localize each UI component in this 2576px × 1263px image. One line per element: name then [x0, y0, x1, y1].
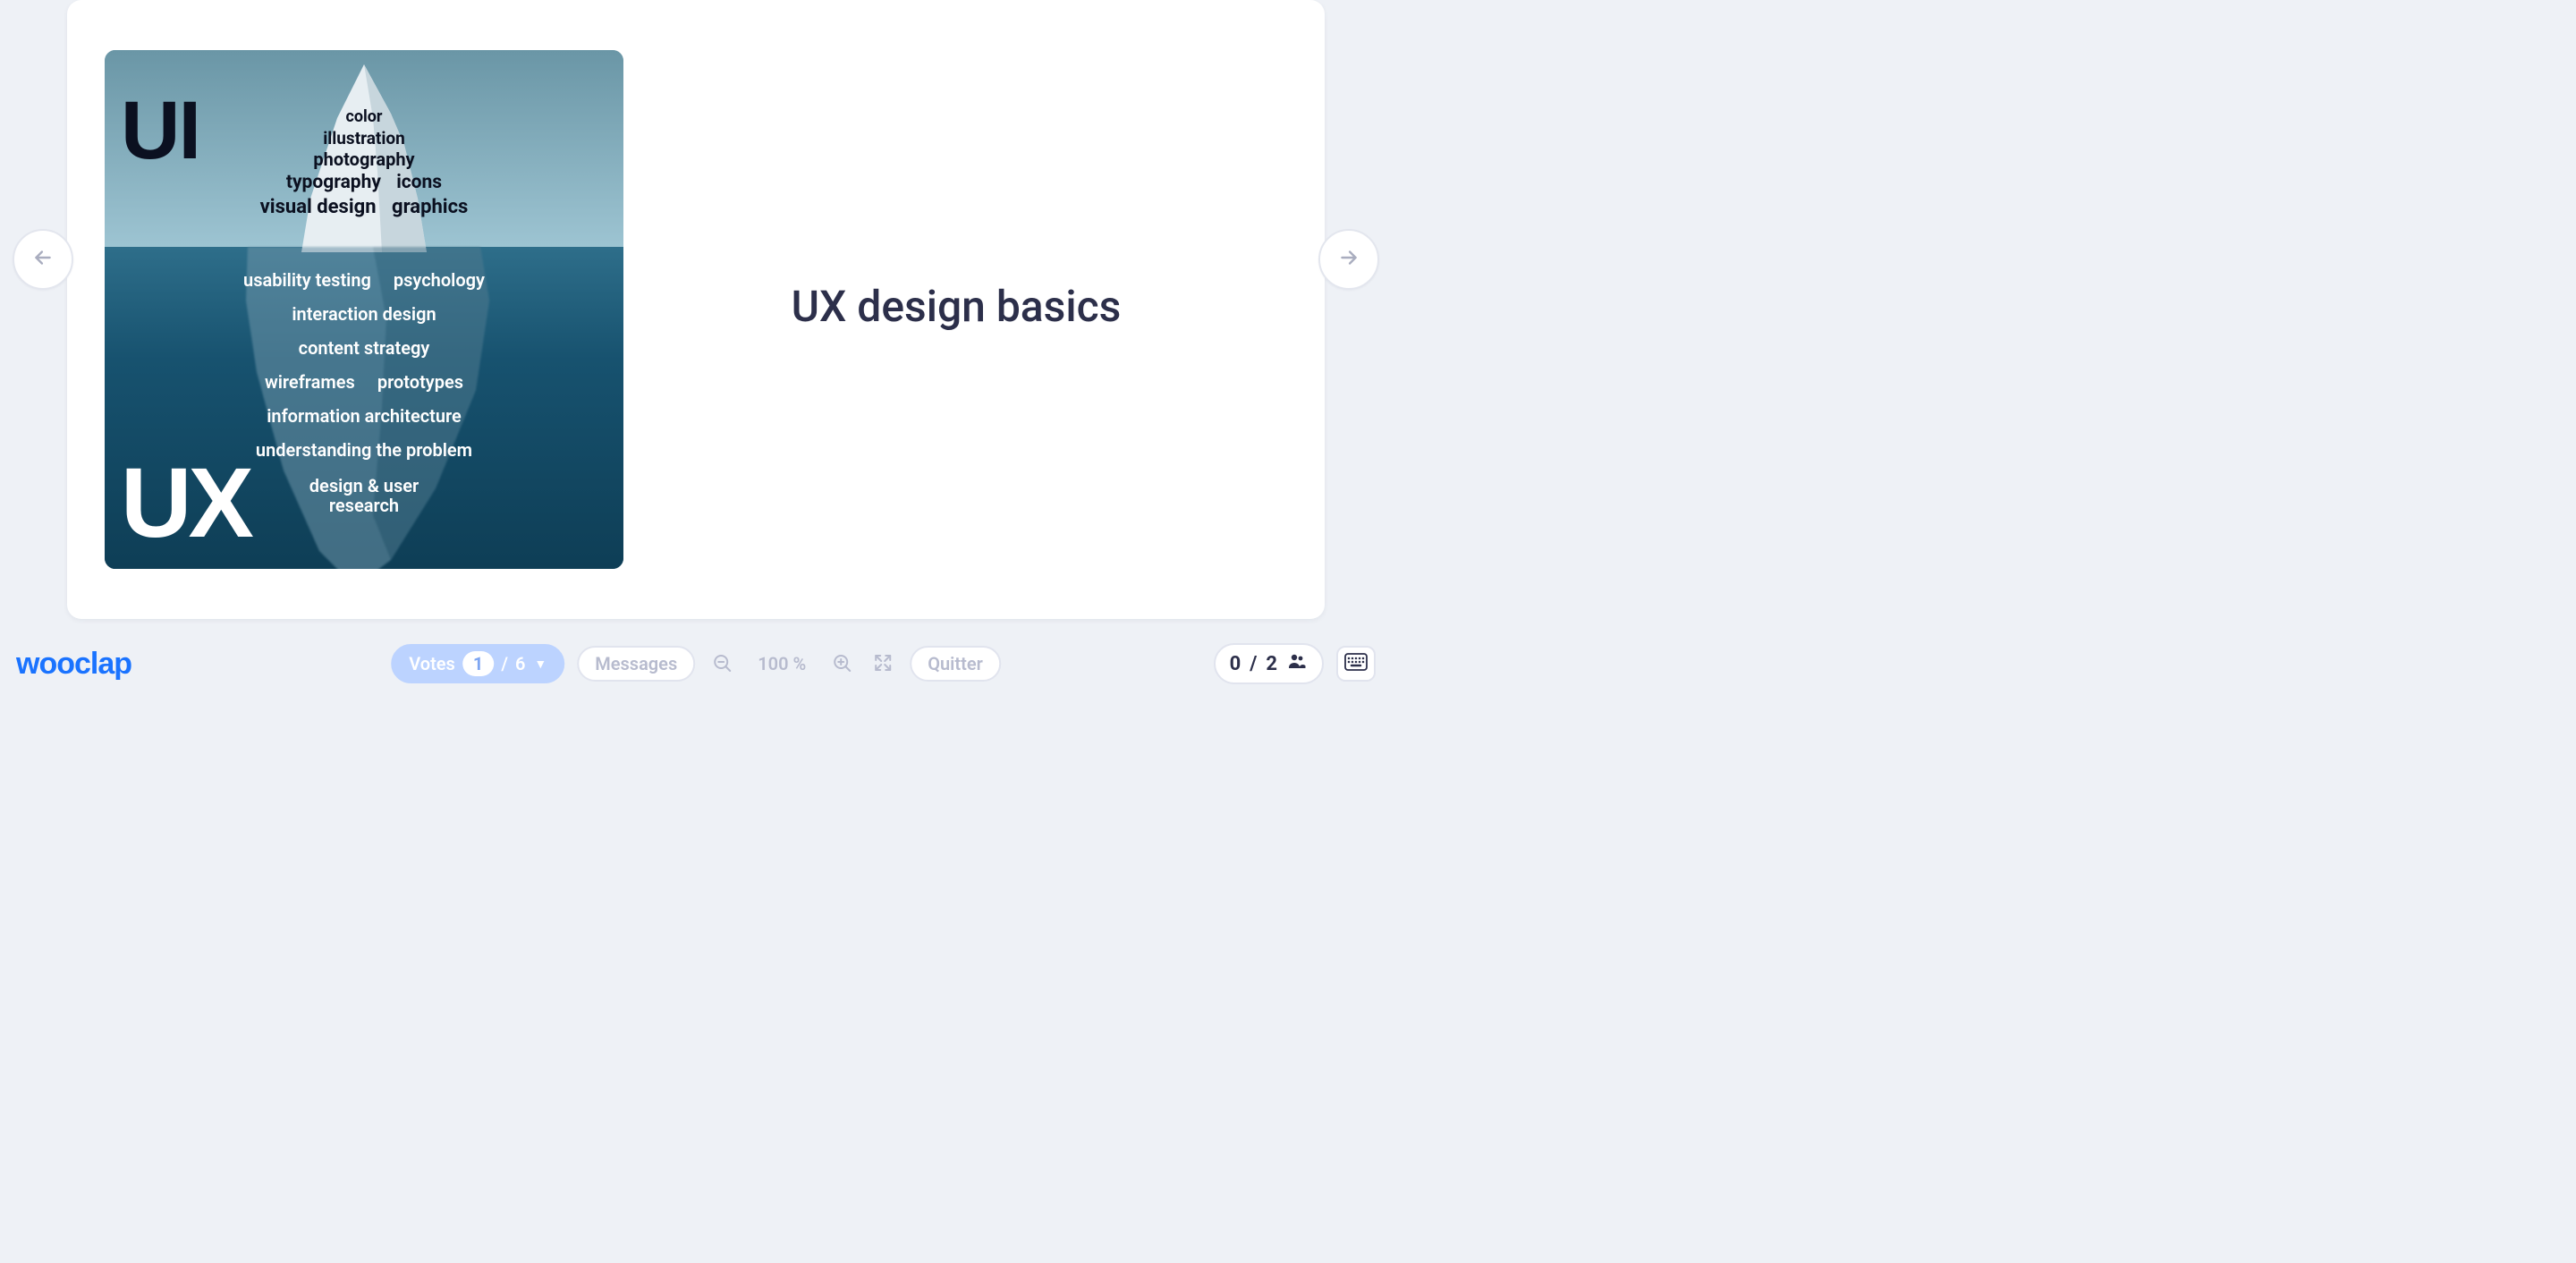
- previous-slide-button[interactable]: [13, 229, 73, 290]
- zoom-in-button[interactable]: [827, 648, 856, 680]
- votes-current: 1: [462, 651, 494, 676]
- votes-label: Votes: [409, 653, 455, 674]
- term: content strategy: [299, 337, 430, 359]
- keyboard-button[interactable]: [1336, 646, 1376, 682]
- toolbar: Votes 1 / 6 ▼ Messages 100 %: [391, 644, 1001, 683]
- ux-label: UX: [121, 446, 250, 560]
- zoom-in-icon: [831, 652, 852, 676]
- zoom-value: 100 %: [749, 653, 815, 674]
- term: illustration: [323, 128, 405, 148]
- slide-title: UX design basics: [792, 281, 1122, 332]
- zoom-controls: 100 %: [708, 648, 856, 680]
- term: graphics: [392, 196, 468, 218]
- votes-total: 6: [515, 653, 525, 674]
- arrow-left-icon: [31, 246, 55, 273]
- term: visual design: [260, 196, 377, 218]
- participants-counter[interactable]: 0 / 2: [1214, 643, 1324, 684]
- participants-total: 2: [1266, 653, 1277, 675]
- quit-label: Quitter: [928, 653, 983, 674]
- term: typography: [286, 172, 381, 193]
- chevron-down-icon: ▼: [534, 657, 547, 672]
- zoom-out-icon: [711, 652, 733, 676]
- term: understanding the problem: [256, 439, 472, 461]
- term: icons: [396, 172, 442, 193]
- slide-card: UI UX color illustration photography typ…: [67, 0, 1325, 619]
- term: color: [345, 107, 382, 126]
- quit-button[interactable]: Quitter: [910, 646, 1001, 682]
- term: information architecture: [267, 405, 462, 427]
- participants-separator: /: [1250, 653, 1257, 675]
- next-slide-button[interactable]: [1318, 229, 1379, 290]
- fullscreen-button[interactable]: [869, 648, 897, 680]
- term: prototypes: [377, 371, 463, 393]
- ui-label: UI: [121, 84, 199, 178]
- slide-content: UI UX color illustration photography typ…: [67, 23, 1325, 596]
- slide-title-area: UX design basics: [623, 288, 1289, 332]
- brand-logo[interactable]: wooclap: [16, 647, 131, 682]
- right-controls: 0 / 2: [1214, 643, 1376, 684]
- bottom-bar: wooclap Votes 1 / 6 ▼ Messages 100 %: [0, 639, 1392, 689]
- votes-separator: /: [501, 653, 508, 674]
- term: wireframes: [265, 371, 355, 393]
- expand-icon: [872, 652, 894, 676]
- term: photography: [313, 148, 414, 170]
- term: psychology: [394, 269, 485, 291]
- arrow-right-icon: [1337, 246, 1360, 273]
- term: usability testing: [243, 269, 371, 291]
- messages-label: Messages: [595, 653, 677, 674]
- zoom-out-button[interactable]: [708, 648, 736, 680]
- participants-current: 0: [1230, 653, 1241, 675]
- messages-button[interactable]: Messages: [577, 646, 695, 682]
- term: interaction design: [292, 303, 436, 325]
- slide-illustration: UI UX color illustration photography typ…: [105, 50, 623, 569]
- users-icon: [1286, 650, 1308, 677]
- keyboard-icon: [1344, 653, 1368, 674]
- votes-button[interactable]: Votes 1 / 6 ▼: [391, 644, 564, 683]
